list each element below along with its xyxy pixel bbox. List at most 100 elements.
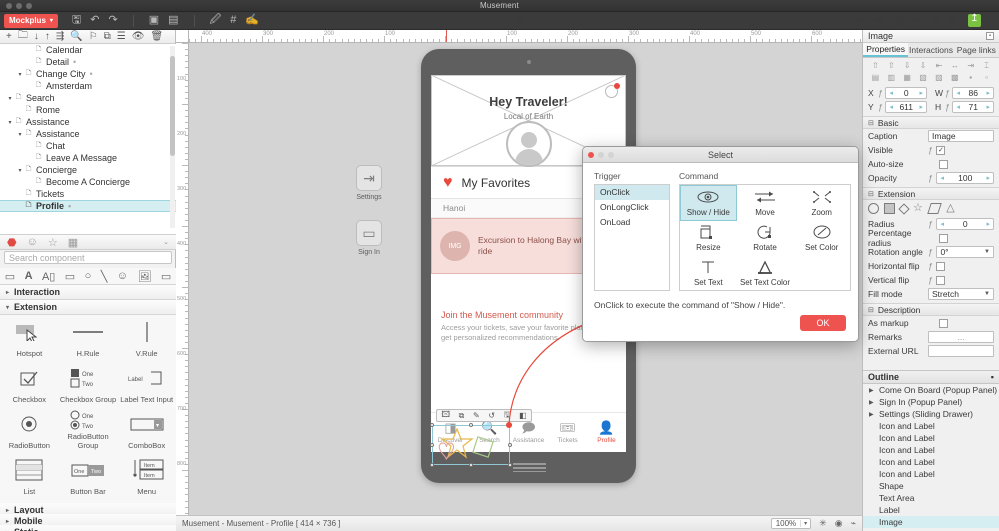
size-match-both-icon[interactable]: ▦ <box>900 73 915 83</box>
fx-icon[interactable]: ƒ <box>928 262 932 271</box>
section-interaction[interactable]: ▸ Interaction <box>0 285 176 300</box>
section-extension[interactable]: ▾ Extension Hotspot H.Rule V.Rule Checkbox O… <box>0 300 176 531</box>
checkbox[interactable] <box>939 318 948 328</box>
resize-handle-e[interactable] <box>508 443 512 447</box>
spacing-h-icon[interactable]: ▩ <box>947 73 962 83</box>
shape-square-icon[interactable] <box>884 203 895 214</box>
shape-parallelogram-icon[interactable] <box>927 203 942 214</box>
component-label-text-input[interactable]: Label Label Text Input <box>117 361 176 407</box>
section-basic-header[interactable]: ⊟ Basic <box>863 116 999 129</box>
close-icon[interactable]: × <box>990 16 995 26</box>
gear-icon[interactable] <box>605 83 620 98</box>
text-icon[interactable]: A <box>25 270 33 282</box>
checkbox[interactable] <box>939 233 948 243</box>
list-icon[interactable]: ☰ <box>117 31 126 42</box>
spinner-field[interactable]: ◂ 0 ▸ <box>936 218 994 230</box>
undo-icon[interactable]: ↶ <box>90 15 99 26</box>
y-field[interactable]: ◂ 611 ▸ <box>885 101 927 113</box>
disclosure-icon[interactable]: ▾ <box>16 167 24 174</box>
disclosure-icon[interactable]: ▾ <box>16 131 24 138</box>
fx-icon[interactable]: ƒ <box>928 276 932 285</box>
group-align-icon[interactable]: ▧ <box>916 73 931 83</box>
section-extension-header[interactable]: ▾ Extension <box>0 300 176 315</box>
command-move[interactable]: Move <box>737 185 794 221</box>
component-checkbox-group[interactable]: One Two Checkbox Group <box>59 361 118 407</box>
search-icon[interactable]: 🔍 <box>70 31 82 42</box>
move-up-icon[interactable]: ↑ <box>45 31 50 42</box>
shape-diamond-icon[interactable] <box>898 202 910 215</box>
shape-star-icon[interactable]: ☆ <box>913 203 924 214</box>
components-tab[interactable]: ⬣ <box>7 236 17 249</box>
checkbox[interactable] <box>939 159 948 169</box>
page-tree-item[interactable]: ▾ 🗅 Concierge <box>0 164 176 176</box>
disclosure-icon[interactable]: ▾ <box>16 71 24 78</box>
disclosure-icon[interactable]: ▶ <box>869 387 875 394</box>
outline-collapse-icon[interactable]: ▪ <box>991 372 994 382</box>
rectangle-icon[interactable]: ▭ <box>65 270 75 283</box>
fx-icon[interactable]: ƒ <box>928 220 932 229</box>
command-set-text[interactable]: Set Text <box>680 256 737 290</box>
window-icon[interactable]: ▭ <box>932 15 941 26</box>
phone-tab-tickets[interactable]: 🎟 Tickets <box>548 413 587 452</box>
emoji-tab[interactable]: ☺ <box>27 236 38 248</box>
page-tree-item[interactable]: ▾ 🗅 Assistance <box>0 128 176 140</box>
component-h-rule[interactable]: H.Rule <box>59 315 118 361</box>
trigger-option-onclick[interactable]: OnClick <box>595 185 669 200</box>
preview-eye-icon[interactable]: 👁 <box>132 31 145 42</box>
eye-icon[interactable]: ◉ <box>835 518 843 529</box>
component-combobox[interactable]: ▾ ComboBox <box>117 407 176 453</box>
outline-item[interactable]: Image <box>863 516 999 528</box>
fx-icon[interactable]: ƒ <box>945 89 949 98</box>
checkbox[interactable]: ✓ <box>936 145 946 155</box>
component-button-bar[interactable]: One Two Button Bar <box>59 453 118 499</box>
align-bottom-icon[interactable]: ⇩ <box>900 61 915 71</box>
dialog-zoom-dot[interactable] <box>608 152 614 158</box>
ungroup-icon[interactable]: ▤ <box>168 15 178 26</box>
trigger-option-onlongclick[interactable]: OnLongClick <box>595 200 669 215</box>
image-icon[interactable]: 🖾 <box>441 409 450 423</box>
component-v-rule[interactable]: V.Rule <box>117 315 176 361</box>
command-set-text-color[interactable]: Set Text Color <box>737 256 794 290</box>
phone-tab-profile[interactable]: 👤 Profile <box>587 413 626 452</box>
tool-icon[interactable]: ⌁ <box>851 518 856 529</box>
add-folder-icon[interactable]: 🗀 <box>18 28 28 45</box>
share-icon[interactable]: ⋘ <box>872 15 886 26</box>
outline-item[interactable]: Icon and Label <box>863 420 999 432</box>
brand-menu-button[interactable]: Mockplus ▾ <box>4 13 58 28</box>
section-interaction-header[interactable]: ▸ Interaction <box>0 285 176 300</box>
command-resize[interactable]: Resize <box>680 221 737 255</box>
flag-icon[interactable]: ⚐ <box>89 31 98 42</box>
component-list[interactable]: List <box>0 453 59 499</box>
page-tree[interactable]: 🗅 Calendar 🗅 Detail • ▾ 🗅 Change City • 🗅 Amsterda… <box>0 44 176 234</box>
h-field[interactable]: ◂ 71 ▸ <box>952 101 994 113</box>
publish-icon[interactable] <box>967 13 981 27</box>
library-collapse-icon[interactable]: ⌄ <box>163 238 169 246</box>
text-box-icon[interactable]: A▯ <box>42 270 55 283</box>
spacing-v-icon[interactable]: ▨ <box>932 73 947 83</box>
zoom-select[interactable]: 100% ▾ <box>770 518 812 529</box>
outline-item[interactable]: Icon and Label <box>863 444 999 456</box>
outline-item[interactable]: Icon and Label <box>863 432 999 444</box>
align-middle-v-icon[interactable]: ⇧ <box>884 61 899 71</box>
button-icon[interactable]: ▭ <box>161 270 171 283</box>
panel-icon[interactable]: ▭ <box>5 270 15 283</box>
command-grid[interactable]: Show / Hide Move Zoom Resize Rotate Set Color… <box>679 184 851 291</box>
outline-list[interactable]: ▶ Come On Board (Popup Panel) ▶ Sign In (Po… <box>863 384 999 531</box>
assets-tab[interactable]: ▦ <box>68 236 78 249</box>
tab-page-links[interactable]: Page links <box>954 43 999 57</box>
dropdown-field[interactable]: 0° ▼ <box>936 246 994 258</box>
selection-toolbar[interactable]: 🖾 ⧉ ✎ ↺ 🖫 ◧ <box>436 409 532 422</box>
outline-item[interactable]: Shape <box>863 480 999 492</box>
component-menu[interactable]: Item Item Menu <box>117 453 176 499</box>
outline-item[interactable]: Icon and Label <box>863 468 999 480</box>
checkbox[interactable] <box>936 261 946 271</box>
text-field[interactable]: Image <box>928 130 994 142</box>
rotate-icon[interactable]: ↺ <box>488 411 495 420</box>
disclosure-icon[interactable]: ▾ <box>6 95 14 102</box>
export-icon[interactable]: ↦ <box>914 15 922 26</box>
size-match-w-icon[interactable]: ▤ <box>868 73 883 83</box>
pen-icon[interactable]: ✎ <box>473 411 480 420</box>
resize-handle-w[interactable] <box>430 443 434 447</box>
dialog-minimize-dot[interactable] <box>598 152 604 158</box>
command-set-color[interactable]: Set Color <box>793 221 850 255</box>
